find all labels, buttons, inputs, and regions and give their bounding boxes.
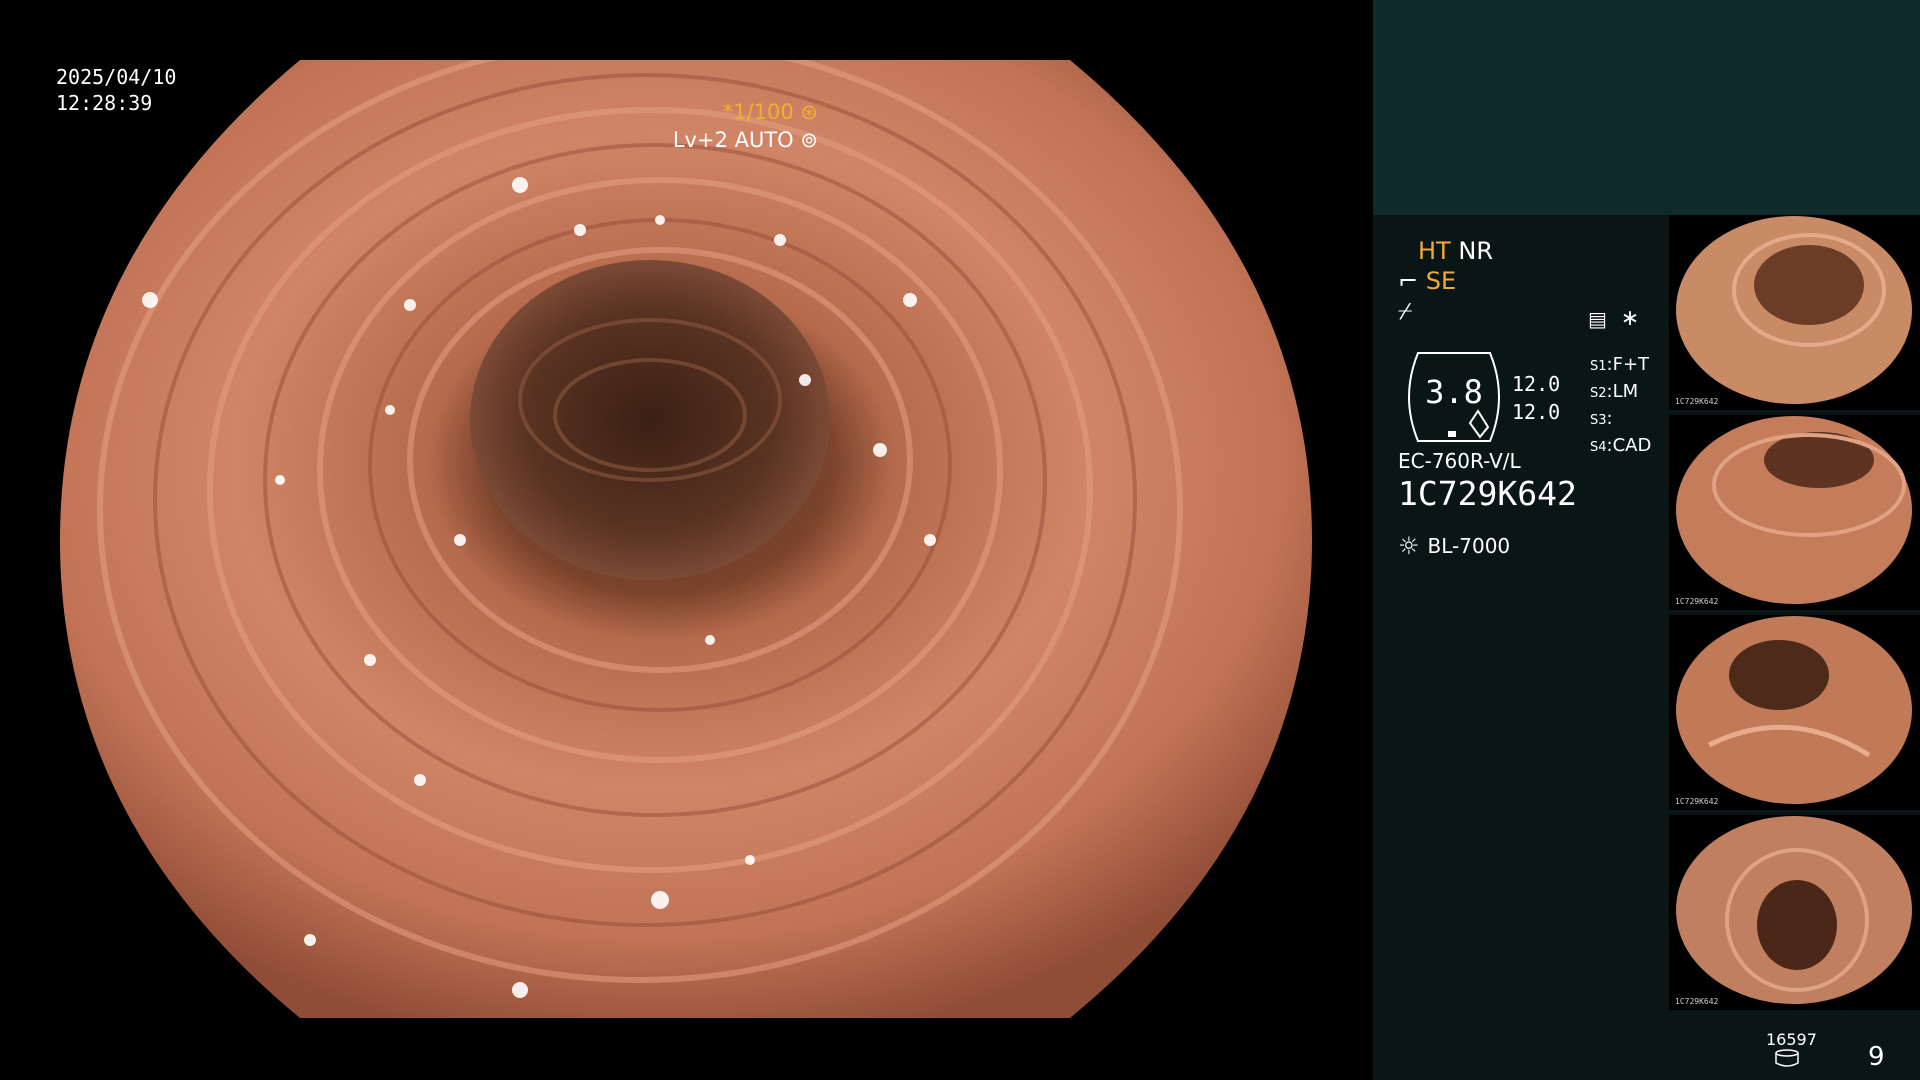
thumbnail[interactable]: 1C729K642 [1669,615,1920,810]
scope-serial: 1C729K642 [1398,474,1577,513]
exposure-top: 12.0 [1512,372,1561,396]
switch-key: S4 [1590,440,1607,455]
date-text: 2025/04/10 [56,65,177,89]
thumbnail-strip: 1C729K642 1C729K642 1C729K642 1C729K642 [1669,215,1920,1015]
thumbnail-caption: 1C729K642 [1675,597,1719,606]
thumbnail-caption: 1C729K642 [1675,997,1719,1006]
asterisk-icon: ∗ [1620,306,1640,331]
light-source: ☼ BL-7000 [1398,532,1510,560]
sun-icon: ☼ [1398,532,1420,560]
page-number: 9 [1868,1042,1885,1072]
switch-key: S2 [1590,386,1607,401]
aperture-icon: ⊛ [800,100,818,124]
image-count: 16597 [1766,1030,1817,1049]
thumbnail-caption: 1C729K642 [1675,397,1719,406]
switch-value: CAD [1612,435,1652,456]
exposure-bottom: 12.0 [1512,400,1561,424]
panel-header [1373,0,1920,215]
thumbnail[interactable]: 1C729K642 [1669,815,1920,1010]
exposure-values: 12.0 12.0 [1512,370,1560,426]
scope-mode-icon: ⌐ [1398,267,1419,295]
shutter-info: *1/100 ⊛ Lv+2 AUTO ⊚ [673,98,818,154]
light-source-label: BL-7000 [1427,534,1511,558]
scope-model: EC-760R-V/L [1398,449,1521,473]
ht-mode: HT [1418,237,1451,265]
timestamp: 2025/04/10 12:28:39 [56,64,176,116]
iris-icon: ⊚ [800,128,818,152]
shutter-speed: *1/100 [722,100,794,124]
switch-assignments: S1:F+T S2:LM S3: S4:CAD [1590,354,1652,456]
menu-list-icon: ▤ [1588,306,1607,331]
endoscope-image [60,60,1312,1018]
thumbnail[interactable]: 1C729K642 [1669,215,1920,410]
switch-key: S3 [1590,413,1607,428]
se-mode: SE [1425,267,1457,295]
switch-key: S1 [1590,359,1607,374]
edge-icon: ⌿ [1398,297,1413,325]
time-text: 12:28:39 [56,91,153,115]
switch-value: F+T [1612,354,1650,375]
gauge-value: 3.8 [1425,373,1483,411]
thumbnail[interactable]: 1C729K642 [1669,415,1920,610]
processor-status: HT NR ⌐ SE ⌿ ▤ ∗ 3.8 12.0 12.0 S1:F+T S2… [1398,236,1668,560]
storage-icon [1775,1049,1799,1067]
nr-mode: NR [1458,237,1493,265]
thumbnail-caption: 1C729K642 [1675,797,1719,806]
switch-value: LM [1612,381,1639,402]
endoscope-viewport: 2025/04/10 12:28:39 *1/100 ⊛ Lv+2 AUTO ⊚ [0,0,1373,1080]
exposure-level: Lv+2 AUTO [672,128,794,152]
